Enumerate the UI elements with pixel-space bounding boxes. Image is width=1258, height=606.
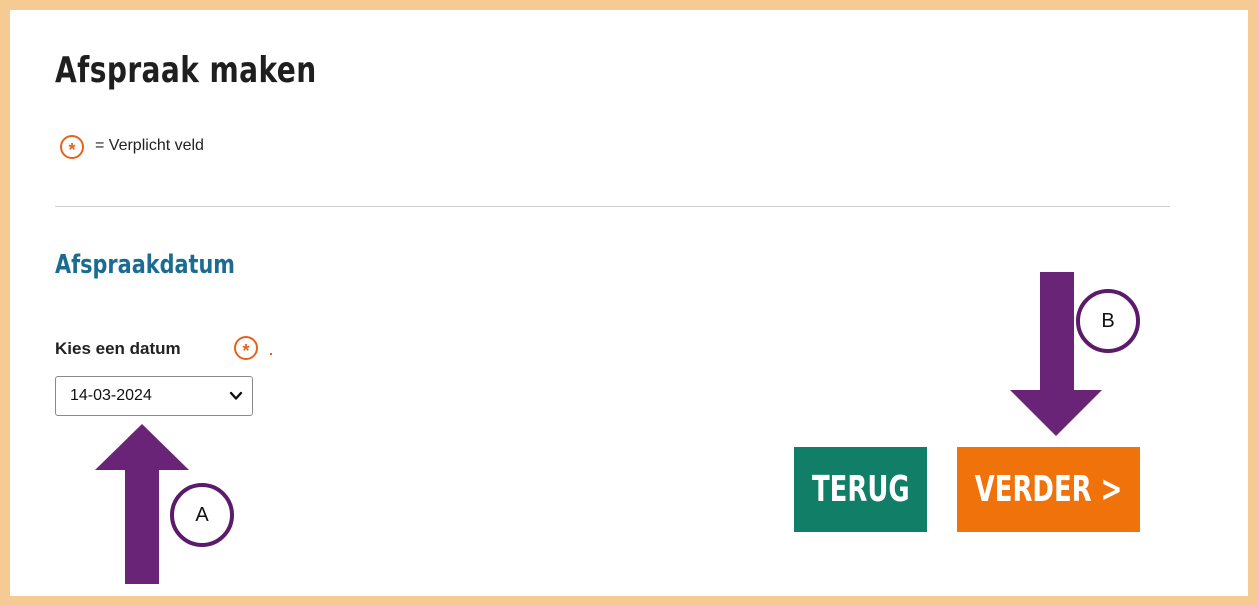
annotation-a-label: A bbox=[170, 483, 234, 547]
page-title: Afspraak maken bbox=[55, 50, 317, 91]
next-button-label: VERDER > bbox=[974, 469, 1123, 510]
date-select-value: 14-03-2024 bbox=[70, 387, 152, 404]
chevron-down-icon bbox=[229, 391, 243, 400]
required-legend-text: = Verplicht veld bbox=[95, 137, 204, 154]
annotation-b-label: B bbox=[1076, 289, 1140, 353]
required-marker-dot bbox=[270, 353, 272, 355]
back-button[interactable]: TERUG bbox=[794, 447, 927, 532]
divider bbox=[55, 206, 1170, 207]
date-field-label: Kies een datum bbox=[55, 339, 181, 358]
required-asterisk-icon: * bbox=[60, 135, 84, 159]
section-title: Afspraakdatum bbox=[55, 250, 235, 280]
required-asterisk-icon: * bbox=[234, 336, 258, 360]
date-select[interactable]: 14-03-2024 bbox=[55, 376, 253, 416]
next-button[interactable]: VERDER > bbox=[957, 447, 1140, 532]
back-button-label: TERUG bbox=[811, 469, 910, 510]
